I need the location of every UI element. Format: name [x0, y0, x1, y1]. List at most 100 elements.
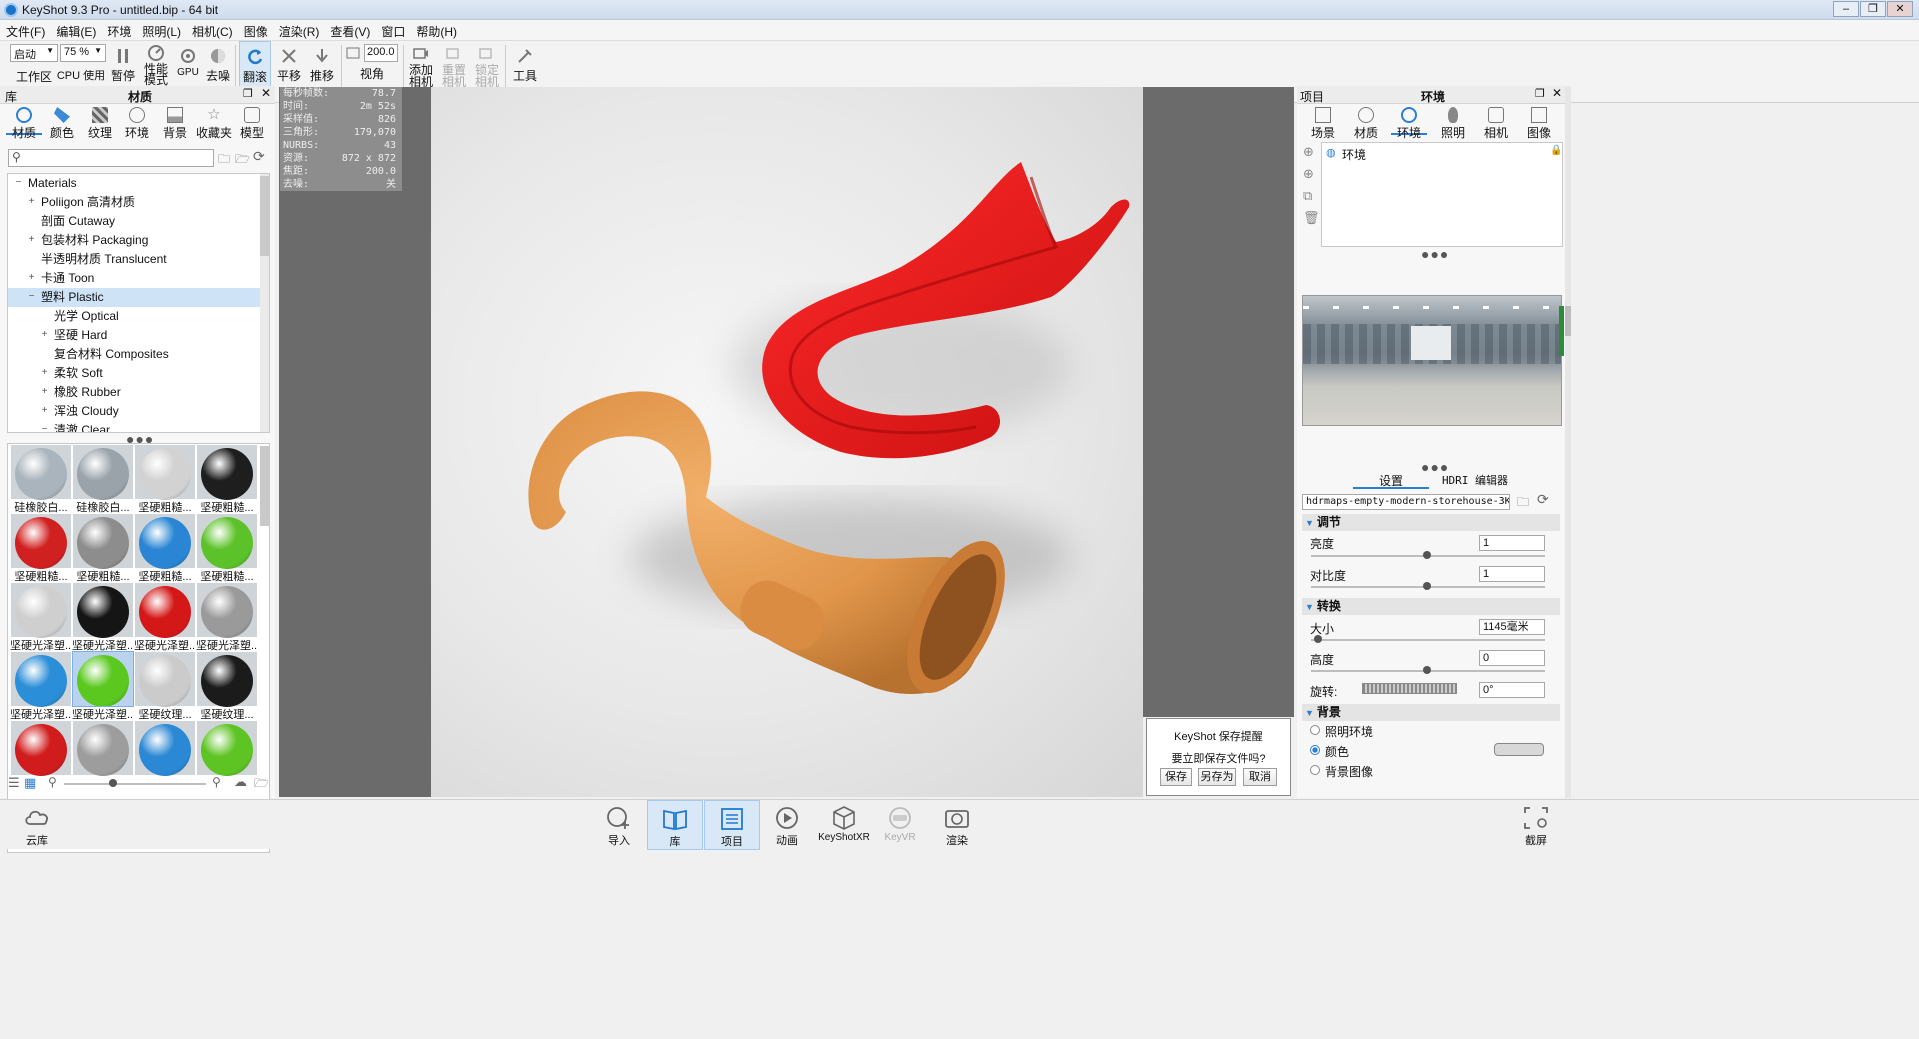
thumbnail-scrollbar[interactable] — [260, 446, 269, 526]
size-slider[interactable] — [1311, 639, 1545, 641]
tree-scrollbar[interactable] — [260, 174, 269, 432]
menu-edit[interactable]: 编辑(E) — [50, 20, 101, 40]
save-button[interactable]: 保存 — [1160, 768, 1192, 786]
collapse-icon[interactable]: − — [27, 292, 36, 302]
rotation-input[interactable]: 0° — [1479, 682, 1545, 698]
brightness-input[interactable]: 1 — [1479, 535, 1545, 551]
contrast-knob[interactable] — [1423, 582, 1431, 590]
refresh-icon[interactable]: ⟳ — [1537, 491, 1549, 508]
material-thumbnail[interactable]: 坚硬光泽塑... — [196, 583, 258, 652]
float-panel-icon[interactable]: ❐ — [1535, 87, 1545, 100]
library-toggle-button[interactable]: 库 — [647, 800, 703, 850]
section-background[interactable]: ▼ 背景 — [1302, 704, 1560, 721]
tree-item[interactable]: + 坚硬 Hard — [8, 326, 269, 345]
render-viewport[interactable] — [431, 87, 1143, 797]
expand-icon[interactable]: + — [27, 197, 36, 207]
tree-item[interactable]: 半透明材质 Translucent — [8, 250, 269, 269]
tree-item[interactable]: + 包装材料 Packaging — [8, 231, 269, 250]
brightness-knob[interactable] — [1423, 551, 1431, 559]
library-search-input[interactable]: ⚲ — [8, 149, 214, 167]
hdri-file-input[interactable]: hdrmaps-empty-modern-storehouse-3K.hdz — [1302, 494, 1510, 510]
tree-item[interactable]: + 柔软 Soft — [8, 364, 269, 383]
expand-icon[interactable]: + — [40, 406, 49, 416]
add-environment-icon[interactable]: ⊕ — [1303, 144, 1314, 160]
size-knob[interactable] — [1314, 635, 1322, 643]
material-thumbnail[interactable]: 坚硬粗糙... — [134, 445, 196, 514]
material-thumbnail[interactable]: 坚硬粗糙... — [10, 514, 72, 583]
material-thumbnail[interactable]: 坚硬纹理... — [134, 652, 196, 721]
environment-list-item[interactable]: 环境 — [1342, 146, 1366, 163]
folder-refresh-icon[interactable]: 🗁 — [254, 774, 269, 795]
tree-item[interactable]: 光学 Optical — [8, 307, 269, 326]
background-color-swatch[interactable] — [1494, 743, 1544, 756]
contrast-input[interactable]: 1 — [1479, 566, 1545, 582]
menu-environment[interactable]: 环境 — [101, 20, 136, 40]
section-adjust[interactable]: ▼ 调节 — [1302, 514, 1560, 531]
expand-icon[interactable]: + — [40, 387, 49, 397]
resize-handle[interactable]: ●●● — [1421, 246, 1449, 262]
material-thumbnail[interactable]: 坚硬光泽塑... — [72, 651, 134, 721]
tab-colors[interactable]: 颜色 — [44, 105, 80, 141]
height-input[interactable]: 0 — [1479, 650, 1545, 666]
hdri-scrollbar[interactable] — [1559, 306, 1564, 356]
tree-item[interactable]: + 浑浊 Cloudy — [8, 402, 269, 421]
tab-backplates[interactable]: 背景 — [157, 105, 193, 141]
menu-lighting[interactable]: 照明(L) — [136, 20, 186, 40]
hdri-preview[interactable] — [1302, 295, 1562, 426]
tab-image[interactable]: 图像 — [1521, 105, 1557, 141]
material-thumbnail[interactable]: 坚硬粗糙... — [72, 514, 134, 583]
zoom-out-icon[interactable]: ⚲ — [48, 775, 57, 789]
tab-environments[interactable]: 环境 — [119, 105, 155, 141]
material-thumbnail[interactable]: 坚硬光泽塑... — [72, 583, 134, 652]
subtab-settings[interactable]: 设置 — [1353, 472, 1429, 489]
radio-backplate-image[interactable] — [1310, 765, 1320, 775]
tree-item[interactable]: + 橡胶 Rubber — [8, 383, 269, 402]
rotation-jog-wheel[interactable] — [1362, 683, 1457, 694]
screenshot-button[interactable]: 截屏 — [1516, 800, 1556, 850]
material-thumbnail[interactable]: 坚硬光泽塑... — [134, 583, 196, 652]
maximize-button[interactable]: ❐ — [1860, 1, 1886, 17]
cloud-upload-icon[interactable]: ☁ — [234, 774, 247, 790]
grid-view-icon[interactable]: ▦ — [24, 775, 36, 791]
tab-material[interactable]: 材质 — [1348, 105, 1384, 141]
expand-icon[interactable]: + — [40, 368, 49, 378]
import-button[interactable]: 导入 — [600, 800, 638, 850]
tab-camera[interactable]: 相机 — [1478, 105, 1514, 141]
folder-icon[interactable]: 🗀 — [1517, 493, 1529, 514]
tab-models[interactable]: 模型 — [234, 105, 270, 141]
close-panel-icon[interactable]: ✕ — [1552, 86, 1562, 100]
close-button[interactable]: ✕ — [1887, 1, 1913, 17]
tree-item[interactable]: 剖面 Cutaway — [8, 212, 269, 231]
zoom-in-icon[interactable]: ⚲ — [212, 775, 221, 789]
slider-knob[interactable] — [109, 779, 117, 787]
save-as-button[interactable]: 另存为 — [1198, 768, 1236, 786]
folder-icon[interactable]: 🗀 — [218, 150, 230, 171]
delete-icon[interactable]: 🗑 — [1303, 210, 1320, 226]
lock-icon[interactable]: 🔒 — [1550, 145, 1562, 156]
copy-environment-icon[interactable]: ⧉ — [1303, 188, 1312, 204]
tab-materials[interactable]: 材质 — [6, 105, 42, 140]
menu-help[interactable]: 帮助(H) — [410, 20, 462, 40]
material-thumbnail[interactable]: 坚硬光泽塑... — [10, 652, 72, 721]
material-thumbnail[interactable]: 硅橡胶白... — [10, 445, 72, 514]
workspace-select[interactable]: 启动 ▼ — [10, 44, 58, 62]
tree-item[interactable]: − Materials — [8, 174, 269, 193]
expand-icon[interactable]: + — [27, 273, 36, 283]
keyvr-button[interactable]: KeyVR — [880, 800, 920, 850]
material-thumbnail[interactable]: 硅橡胶白... — [72, 445, 134, 514]
refresh-icon[interactable]: ⟳ — [253, 148, 265, 165]
tab-lighting[interactable]: 照明 — [1435, 105, 1471, 141]
tree-item[interactable]: + Poliigon 高清材质 — [8, 193, 269, 212]
menu-image[interactable]: 图像 — [238, 20, 273, 40]
section-transform[interactable]: ▼ 转换 — [1302, 598, 1560, 615]
thumbnail-size-slider[interactable] — [64, 783, 206, 785]
close-panel-icon[interactable]: ✕ — [261, 86, 271, 100]
tree-item[interactable]: + 卡通 Toon — [8, 269, 269, 288]
material-thumbnail[interactable]: 坚硬光泽塑... — [10, 583, 72, 652]
expand-icon[interactable]: + — [40, 330, 49, 340]
list-view-icon[interactable]: ☰ — [8, 775, 20, 791]
height-knob[interactable] — [1423, 666, 1431, 674]
keyshotxr-button[interactable]: KeyShotXR — [817, 800, 871, 850]
menu-camera[interactable]: 相机(C) — [186, 20, 238, 40]
size-input[interactable]: 1145毫米 — [1479, 619, 1545, 635]
